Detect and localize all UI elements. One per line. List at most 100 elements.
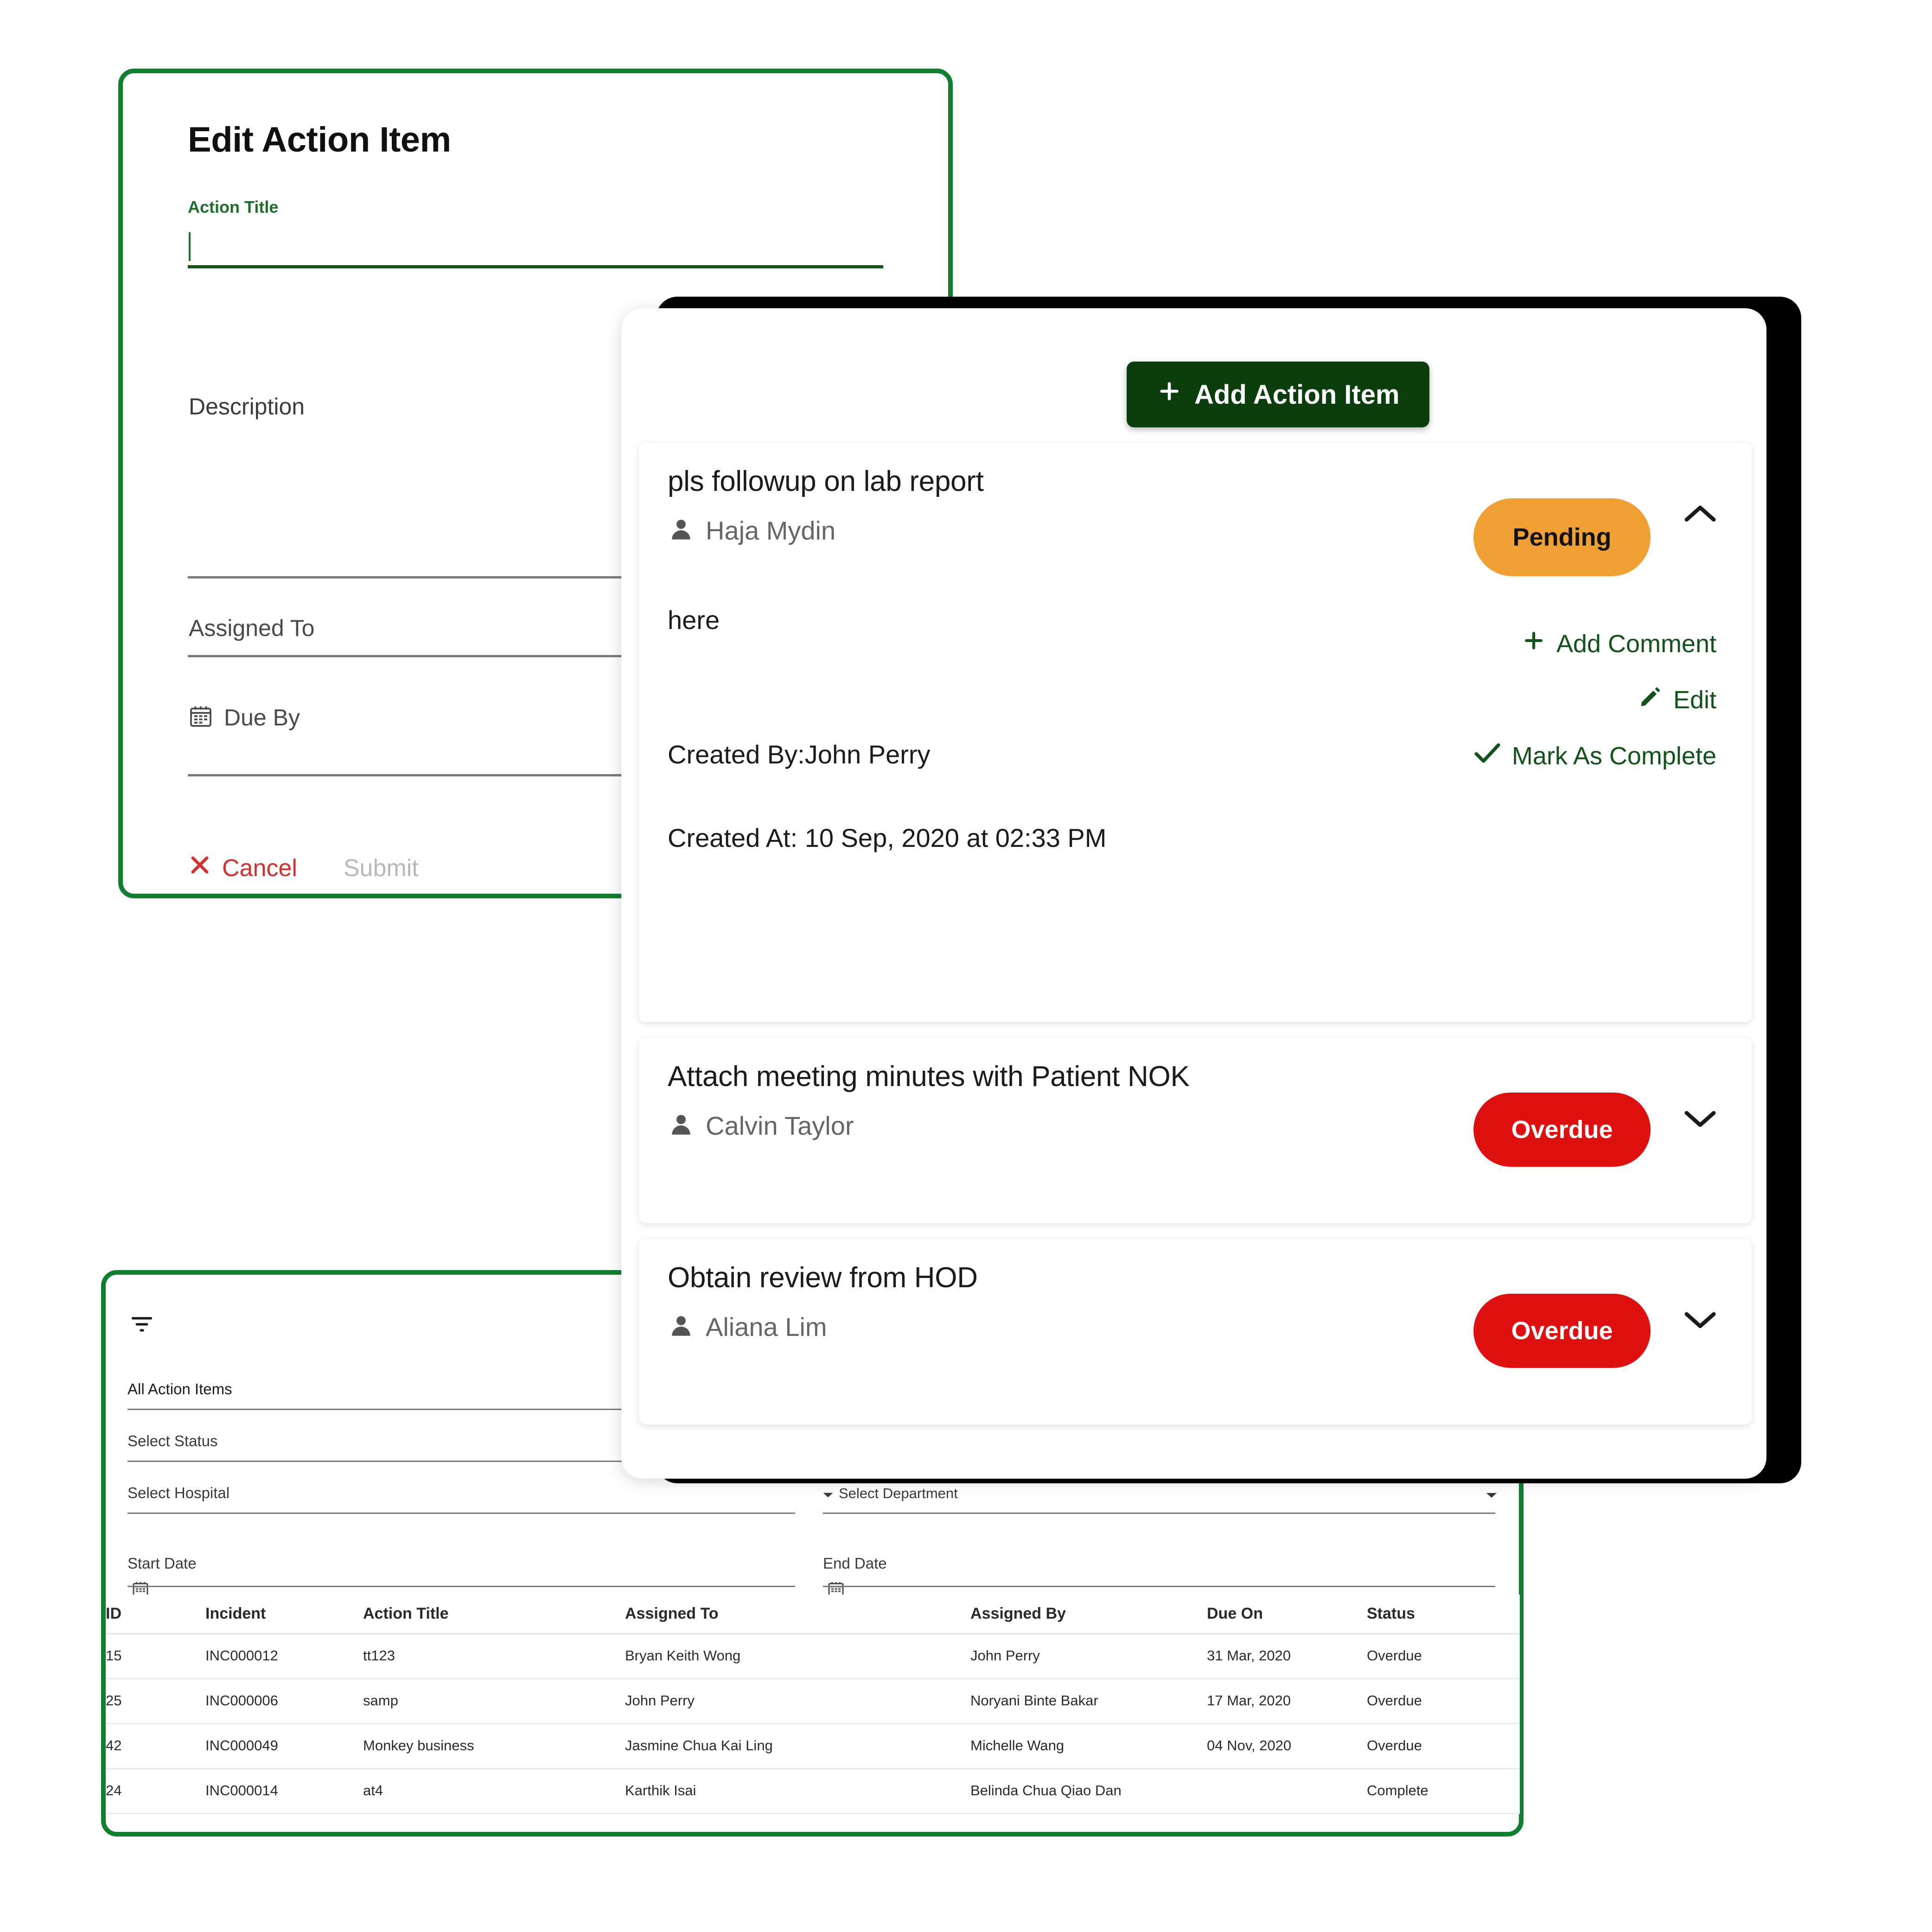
- cell-action-title: tt123: [363, 1633, 625, 1679]
- assignee-name: Aliana Lim: [706, 1312, 827, 1341]
- status-badge: Overdue: [1473, 1093, 1651, 1167]
- chevron-down-icon[interactable]: [1486, 1492, 1497, 1501]
- cell-assigned-by: John Perry: [970, 1633, 1207, 1679]
- select-department-label: Select Department: [839, 1485, 958, 1501]
- plus-icon: [1156, 378, 1182, 411]
- table-header-row: ID Incident Action Title Assigned To Ass…: [106, 1595, 1520, 1634]
- action-item-card-collapsed[interactable]: Attach meeting minutes with Patient NOK …: [639, 1038, 1752, 1223]
- table-row[interactable]: 15 INC000012 tt123 Bryan Keith Wong John…: [106, 1633, 1520, 1679]
- mark-as-complete-button[interactable]: Mark As Complete: [1473, 740, 1716, 771]
- person-icon: [668, 1111, 695, 1140]
- status-badge: Overdue: [1473, 1294, 1651, 1368]
- description-label: Description: [189, 394, 305, 419]
- column-header-due-on[interactable]: Due On: [1207, 1595, 1367, 1634]
- text-caret: [189, 232, 191, 261]
- assignee-name: Calvin Taylor: [706, 1111, 854, 1140]
- due-by-field[interactable]: Due By: [188, 703, 300, 732]
- person-icon: [668, 1312, 695, 1341]
- cell-due-on: 31 Mar, 2020: [1207, 1633, 1367, 1679]
- pencil-icon: [1638, 684, 1663, 715]
- action-item-title: pls followup on lab report: [668, 465, 984, 497]
- column-header-assigned-to[interactable]: Assigned To: [625, 1595, 970, 1634]
- cell-action-title: samp: [363, 1678, 625, 1724]
- edit-label: Edit: [1673, 686, 1716, 714]
- cell-due-on: 04 Nov, 2020: [1207, 1723, 1367, 1769]
- column-header-assigned-by[interactable]: Assigned By: [970, 1595, 1207, 1634]
- add-action-item-button[interactable]: Add Action Item: [1127, 362, 1429, 427]
- filter-icon[interactable]: [130, 1314, 154, 1337]
- cell-assigned-by: Belinda Chua Qiao Dan: [970, 1768, 1207, 1814]
- page-title: Edit Action Item: [188, 120, 451, 159]
- chevron-down-icon[interactable]: [1682, 1107, 1718, 1133]
- cell-incident: INC000006: [205, 1678, 363, 1724]
- cell-assigned-by: Michelle Wang: [970, 1723, 1207, 1769]
- assignee-name: Haja Mydin: [706, 516, 836, 545]
- action-item-title: Obtain review from HOD: [668, 1262, 978, 1294]
- cell-id: 15: [106, 1633, 205, 1679]
- cancel-button[interactable]: Cancel: [188, 853, 297, 883]
- created-at: Created At: 10 Sep, 2020 at 02:33 PM: [668, 823, 1107, 852]
- check-icon: [1473, 740, 1502, 771]
- cell-due-on: [1207, 1768, 1367, 1814]
- form-actions: Cancel Submit: [188, 853, 419, 883]
- table-row[interactable]: 42 INC000049 Monkey business Jasmine Chu…: [106, 1723, 1520, 1769]
- field-underline: [823, 1586, 1495, 1587]
- cell-status: Overdue: [1367, 1678, 1520, 1724]
- start-date-label: Start Date: [128, 1555, 197, 1572]
- chevron-down-icon[interactable]: [1682, 1309, 1718, 1334]
- cell-status: Complete: [1367, 1768, 1520, 1814]
- all-action-items-label: All Action Items: [128, 1380, 232, 1398]
- status-badge: Pending: [1473, 498, 1651, 576]
- cell-status: Overdue: [1367, 1723, 1520, 1769]
- action-item-card-collapsed[interactable]: Obtain review from HOD Aliana Lim Overdu…: [639, 1239, 1752, 1424]
- action-title-input[interactable]: [188, 228, 883, 268]
- cell-assigned-to: Jasmine Chua Kai Ling: [625, 1723, 970, 1769]
- cell-assigned-to: Karthik Isai: [625, 1768, 970, 1814]
- cell-incident: INC000049: [205, 1723, 363, 1769]
- add-comment-button[interactable]: Add Comment: [1521, 628, 1716, 659]
- table-row[interactable]: 24 INC000014 at4 Karthik Isai Belinda Ch…: [106, 1768, 1520, 1814]
- action-title-label: Action Title: [188, 197, 279, 216]
- cell-action-title: Monkey business: [363, 1723, 625, 1769]
- column-header-action-title[interactable]: Action Title: [363, 1595, 625, 1634]
- column-header-id[interactable]: ID: [106, 1595, 205, 1634]
- action-item-links: Add Comment Edit Mark As Complete: [1473, 628, 1716, 771]
- select-hospital-label[interactable]: Select Hospital: [128, 1484, 230, 1502]
- cell-assigned-by: Noryani Binte Bakar: [970, 1678, 1207, 1724]
- table-row[interactable]: 25 INC000006 samp John Perry Noryani Bin…: [106, 1678, 1520, 1724]
- person-icon: [668, 516, 695, 545]
- close-icon: [188, 853, 212, 883]
- cell-incident: INC000014: [205, 1768, 363, 1814]
- chevron-up-icon[interactable]: [1682, 502, 1718, 527]
- date-range-row: Start Date End Date: [128, 1514, 1500, 1607]
- action-items-table: ID Incident Action Title Assigned To Ass…: [106, 1595, 1520, 1814]
- submit-button[interactable]: Submit: [344, 854, 419, 882]
- table-body: 15 INC000012 tt123 Bryan Keith Wong John…: [106, 1633, 1520, 1814]
- plus-icon: [1521, 628, 1546, 659]
- end-date-label: End Date: [823, 1555, 887, 1572]
- screenshot-root: Edit Action Item Action Title Descriptio…: [0, 0, 1932, 1932]
- column-header-status[interactable]: Status: [1367, 1595, 1520, 1634]
- cell-incident: INC000012: [205, 1633, 363, 1679]
- field-underline: [128, 1586, 795, 1587]
- cell-status: Overdue: [1367, 1633, 1520, 1679]
- column-header-incident[interactable]: Incident: [205, 1595, 363, 1634]
- add-comment-label: Add Comment: [1556, 629, 1716, 658]
- due-by-label: Due By: [224, 704, 300, 731]
- cell-assigned-to: John Perry: [625, 1678, 970, 1724]
- select-status-label: Select Status: [128, 1432, 218, 1449]
- action-items-panel: Add Action Item pls followup on lab repo…: [621, 308, 1766, 1479]
- cell-assigned-to: Bryan Keith Wong: [625, 1633, 970, 1679]
- table-header: ID Incident Action Title Assigned To Ass…: [106, 1595, 1520, 1634]
- cell-action-title: at4: [363, 1768, 625, 1814]
- cell-id: 25: [106, 1678, 205, 1724]
- action-item-card-expanded[interactable]: pls followup on lab report Haja Mydin Pe…: [639, 443, 1752, 1022]
- select-department-field[interactable]: Select Department: [823, 1485, 958, 1502]
- cell-due-on: 17 Mar, 2020: [1207, 1678, 1367, 1724]
- chevron-down-icon: [823, 1485, 833, 1502]
- action-item-title: Attach meeting minutes with Patient NOK: [668, 1061, 1190, 1093]
- calendar-icon: [188, 703, 214, 732]
- action-item-list: pls followup on lab report Haja Mydin Pe…: [639, 443, 1752, 1440]
- action-item-body: here: [668, 605, 720, 635]
- edit-button[interactable]: Edit: [1638, 684, 1716, 715]
